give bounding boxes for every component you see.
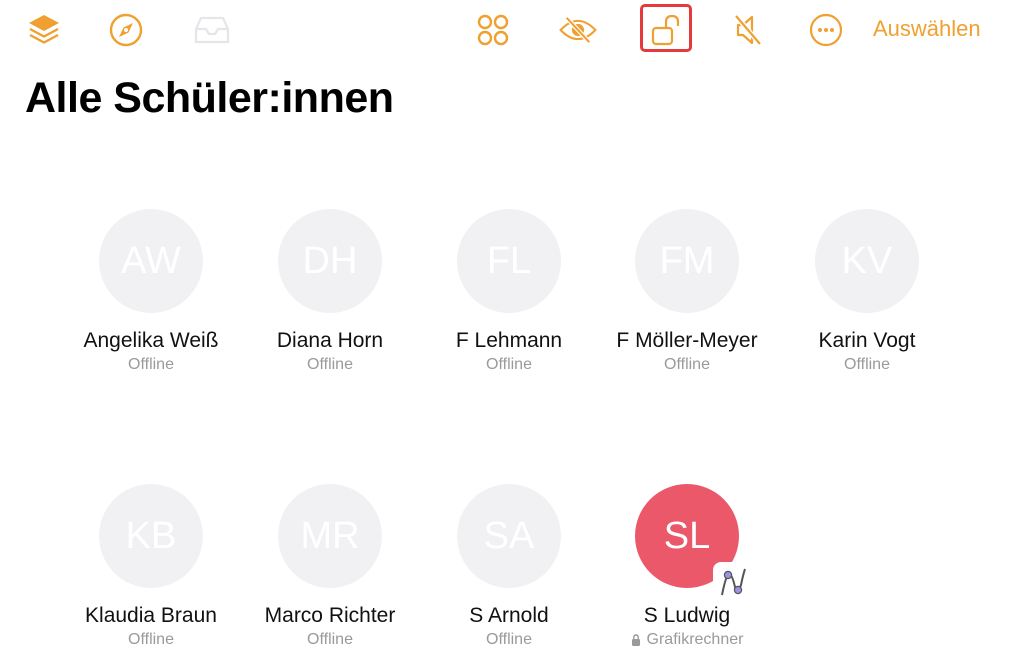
student-card[interactable]: SA S Arnold Offline [419, 484, 599, 649]
student-status: Offline [664, 356, 710, 373]
student-name: S Arnold [469, 604, 549, 627]
student-name: F Lehmann [455, 329, 563, 352]
compass-icon[interactable] [106, 10, 146, 50]
avatar-initials: FL [486, 239, 532, 282]
avatar-initials: SA [483, 514, 535, 557]
avatar-initials: DH [302, 239, 358, 282]
student-name: Klaudia Braun [85, 604, 217, 627]
avatar-initials: KB [125, 514, 177, 557]
student-card[interactable]: FM F Möller-Meyer Offline [597, 209, 777, 374]
student-status: Offline [128, 356, 174, 373]
student-status: Offline [307, 356, 353, 373]
avatar-initials: MR [300, 514, 360, 557]
unlock-icon[interactable] [646, 10, 686, 50]
avatar: AW [99, 209, 203, 313]
apps-grid-icon[interactable] [473, 10, 513, 50]
student-card[interactable]: FL F Lehmann Offline [419, 209, 599, 374]
avatar: KB [99, 484, 203, 588]
layers-icon[interactable] [24, 10, 64, 50]
student-name: S Ludwig [643, 604, 731, 627]
speaker-mute-icon[interactable] [727, 10, 767, 50]
grapher-app-icon [713, 562, 753, 602]
student-card[interactable]: KV Karin Vogt Offline [777, 209, 957, 374]
avatar: FM [635, 209, 739, 313]
student-status: Offline [128, 631, 174, 648]
student-status: Offline [486, 356, 532, 373]
student-card-active[interactable]: SL S Ludwig Grafikrechner [597, 484, 777, 649]
avatar-initials: KV [841, 239, 893, 282]
student-status: Offline [307, 631, 353, 648]
student-status: Offline [486, 631, 532, 648]
eye-slash-icon[interactable] [558, 10, 598, 50]
avatar: SA [457, 484, 561, 588]
page-title: Alle Schüler:innen [25, 74, 394, 122]
toolbar: Auswählen [0, 0, 1016, 60]
student-card[interactable]: KB Klaudia Braun Offline [61, 484, 241, 649]
student-card[interactable]: DH Diana Horn Offline [240, 209, 420, 374]
avatar: KV [815, 209, 919, 313]
avatar: DH [278, 209, 382, 313]
student-card[interactable]: MR Marco Richter Offline [240, 484, 420, 649]
student-status: Offline [844, 356, 890, 373]
student-status: Grafikrechner [597, 631, 777, 649]
inbox-icon [192, 10, 232, 50]
avatar-initials: FM [659, 239, 715, 282]
avatar: MR [278, 484, 382, 588]
avatar-initials: AW [121, 239, 181, 282]
student-name: Diana Horn [276, 329, 384, 352]
more-icon[interactable] [806, 10, 846, 50]
student-name: Marco Richter [264, 604, 396, 627]
avatar: SL [635, 484, 753, 602]
student-name: Karin Vogt [818, 329, 916, 352]
avatar: FL [457, 209, 561, 313]
student-name: Angelika Weiß [83, 329, 219, 352]
select-button[interactable]: Auswählen [873, 16, 981, 42]
app-name: Grafikrechner [646, 631, 744, 648]
student-card[interactable]: AW Angelika Weiß Offline [61, 209, 241, 374]
lock-icon [631, 634, 640, 646]
student-name: F Möller-Meyer [616, 329, 758, 352]
avatar-initials: SL [663, 514, 711, 557]
